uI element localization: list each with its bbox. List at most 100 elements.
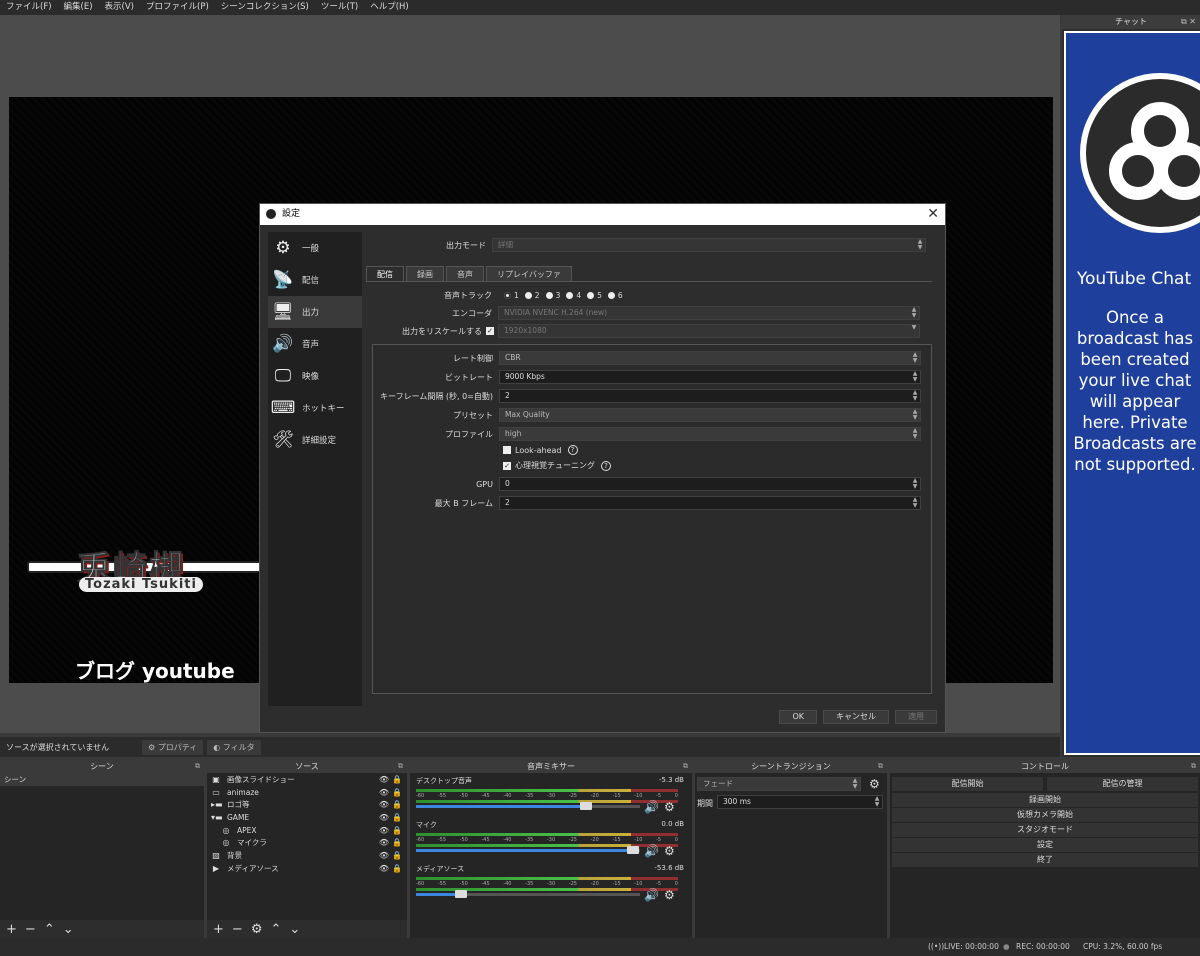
help-icon[interactable]: ?: [567, 445, 578, 455]
rescale-checkbox[interactable]: ✓: [486, 327, 494, 335]
tab-1[interactable]: 録画: [406, 266, 444, 281]
encoder-select[interactable]: NVIDIA NVENC H.264 (new) ▲ ▼: [498, 306, 920, 320]
dock-float-close-icons[interactable]: ⧉ ✕: [1181, 15, 1196, 29]
source-item[interactable]: ◎ マイクラ 👁 🔒: [207, 836, 407, 849]
settings-button[interactable]: 設定: [892, 838, 1198, 852]
sidebar-item-2[interactable]: 🖥 出力: [268, 296, 362, 328]
source-item[interactable]: ▣ 画像スライドショー 👁 🔒: [207, 773, 407, 786]
lock-icon[interactable]: 🔒: [392, 800, 402, 809]
lock-icon[interactable]: 🔒: [392, 813, 402, 822]
tab-0[interactable]: 配信: [366, 266, 404, 281]
visibility-eye-icon[interactable]: 👁: [379, 864, 389, 873]
help-icon[interactable]: ?: [601, 460, 611, 471]
down-icon[interactable]: ⌄: [289, 922, 300, 937]
filters-button[interactable]: ◐ フィルタ: [207, 739, 261, 755]
source-item[interactable]: ▾▬ GAME 👁 🔒: [207, 811, 407, 824]
speaker-icon[interactable]: 🔊: [644, 800, 659, 814]
keyframe-spinbox[interactable]: 2 ▲ ▼: [499, 389, 921, 403]
output-mode-select[interactable]: 詳細 ▲ ▼: [492, 238, 926, 252]
source-item[interactable]: ◎ APEX 👁 🔒: [207, 824, 407, 837]
volume-slider[interactable]: [416, 846, 640, 854]
visibility-eye-icon[interactable]: 👁: [379, 826, 389, 835]
menu-item[interactable]: シーンコレクション(S): [215, 0, 315, 15]
manage-broadcast-button[interactable]: 配信の管理: [1047, 777, 1198, 791]
speaker-icon[interactable]: 🔊: [644, 844, 659, 858]
sidebar-item-1[interactable]: 📡 配信: [268, 264, 362, 296]
sidebar-item-0[interactable]: ⚙ 一般: [268, 232, 362, 264]
psycho-visual-checkbox[interactable]: ✓: [503, 461, 511, 470]
bframes-spinbox[interactable]: 2 ▲ ▼: [499, 496, 921, 510]
menu-item[interactable]: ファイル(F): [0, 0, 58, 15]
lock-icon[interactable]: 🔒: [392, 851, 402, 860]
ok-button[interactable]: OK: [779, 710, 817, 724]
gear-icon[interactable]: ⚙: [869, 777, 880, 791]
gear-icon[interactable]: ⚙: [251, 922, 263, 937]
dock-float-icon[interactable]: ⧉: [195, 760, 200, 773]
dock-float-icon[interactable]: ⧉: [1191, 760, 1196, 773]
tab-3[interactable]: リプレイバッファ: [486, 266, 572, 281]
up-icon[interactable]: ⌃: [44, 922, 55, 937]
volume-slider[interactable]: [416, 890, 640, 898]
lock-icon[interactable]: 🔒: [392, 838, 402, 847]
dock-float-icon[interactable]: ⧉: [878, 760, 883, 773]
visibility-eye-icon[interactable]: 👁: [379, 838, 389, 847]
properties-button[interactable]: ⚙ プロパティ: [142, 739, 204, 755]
gpu-spinbox[interactable]: 0 ▲ ▼: [499, 477, 921, 491]
visibility-eye-icon[interactable]: 👁: [379, 775, 389, 784]
dialog-titlebar[interactable]: 設定 ✕: [260, 204, 945, 225]
profile-select[interactable]: high ▲ ▼: [499, 427, 921, 441]
remove-icon[interactable]: −: [25, 922, 36, 937]
track-radio[interactable]: [545, 292, 553, 299]
source-item[interactable]: ▶ メディアソース 👁 🔒: [207, 862, 407, 875]
lookahead-checkbox[interactable]: [503, 446, 511, 454]
down-icon[interactable]: ⌄: [63, 922, 74, 937]
volume-slider[interactable]: [416, 802, 640, 810]
source-item[interactable]: ▸▬ ロゴ等 👁 🔒: [207, 798, 407, 811]
virtual-camera-button[interactable]: 仮想カメラ開始: [892, 808, 1198, 822]
close-icon[interactable]: ✕: [927, 204, 939, 225]
track-radio[interactable]: [587, 292, 595, 299]
apply-button[interactable]: 適用: [895, 710, 937, 724]
track-radio[interactable]: [607, 292, 615, 299]
track-radio[interactable]: [524, 292, 532, 299]
exit-button[interactable]: 終了: [892, 853, 1198, 867]
gear-icon[interactable]: ⚙: [664, 800, 675, 814]
speaker-icon[interactable]: 🔊: [644, 888, 659, 902]
sidebar-item-4[interactable]: 🖵 映像: [268, 360, 362, 392]
lock-icon[interactable]: 🔒: [392, 864, 402, 873]
lock-icon[interactable]: 🔒: [392, 788, 402, 797]
menu-item[interactable]: 表示(V): [99, 0, 140, 15]
track-radio[interactable]: [504, 292, 511, 299]
dock-float-icon[interactable]: ⧉: [683, 760, 688, 773]
visibility-eye-icon[interactable]: 👁: [379, 800, 389, 809]
source-item[interactable]: ▨ 背景 👁 🔒: [207, 849, 407, 862]
sidebar-item-6[interactable]: 🛠 詳細設定: [268, 424, 362, 456]
rate-control-select[interactable]: CBR ▲ ▼: [499, 351, 921, 365]
bitrate-spinbox[interactable]: 9000 Kbps ▲ ▼: [499, 370, 921, 384]
remove-icon[interactable]: −: [232, 922, 243, 937]
visibility-eye-icon[interactable]: 👁: [379, 813, 389, 822]
start-recording-button[interactable]: 録画開始: [892, 793, 1198, 807]
visibility-eye-icon[interactable]: 👁: [379, 788, 389, 797]
add-icon[interactable]: +: [213, 922, 224, 937]
cancel-button[interactable]: キャンセル: [823, 710, 889, 724]
lock-icon[interactable]: 🔒: [392, 826, 402, 835]
add-icon[interactable]: +: [6, 922, 17, 937]
dock-float-icon[interactable]: ⧉: [398, 760, 403, 773]
scene-item[interactable]: シーン: [0, 773, 204, 786]
menu-item[interactable]: ヘルプ(H): [364, 0, 415, 15]
gear-icon[interactable]: ⚙: [664, 844, 675, 858]
menu-item[interactable]: ツール(T): [315, 0, 364, 15]
menu-item[interactable]: プロファイル(P): [140, 0, 215, 15]
source-item[interactable]: ▭ animaze 👁 🔒: [207, 786, 407, 799]
visibility-eye-icon[interactable]: 👁: [379, 851, 389, 860]
sidebar-item-5[interactable]: ⌨ ホットキー: [268, 392, 362, 424]
gear-icon[interactable]: ⚙: [664, 888, 675, 902]
menu-item[interactable]: 編集(E): [58, 0, 99, 15]
track-radio[interactable]: [566, 292, 574, 299]
preset-select[interactable]: Max Quality ▲ ▼: [499, 408, 921, 422]
lock-icon[interactable]: 🔒: [392, 775, 402, 784]
up-icon[interactable]: ⌃: [270, 922, 281, 937]
start-stream-button[interactable]: 配信開始: [892, 777, 1043, 791]
duration-spinbox[interactable]: 300 ms ▲ ▼: [717, 795, 883, 809]
